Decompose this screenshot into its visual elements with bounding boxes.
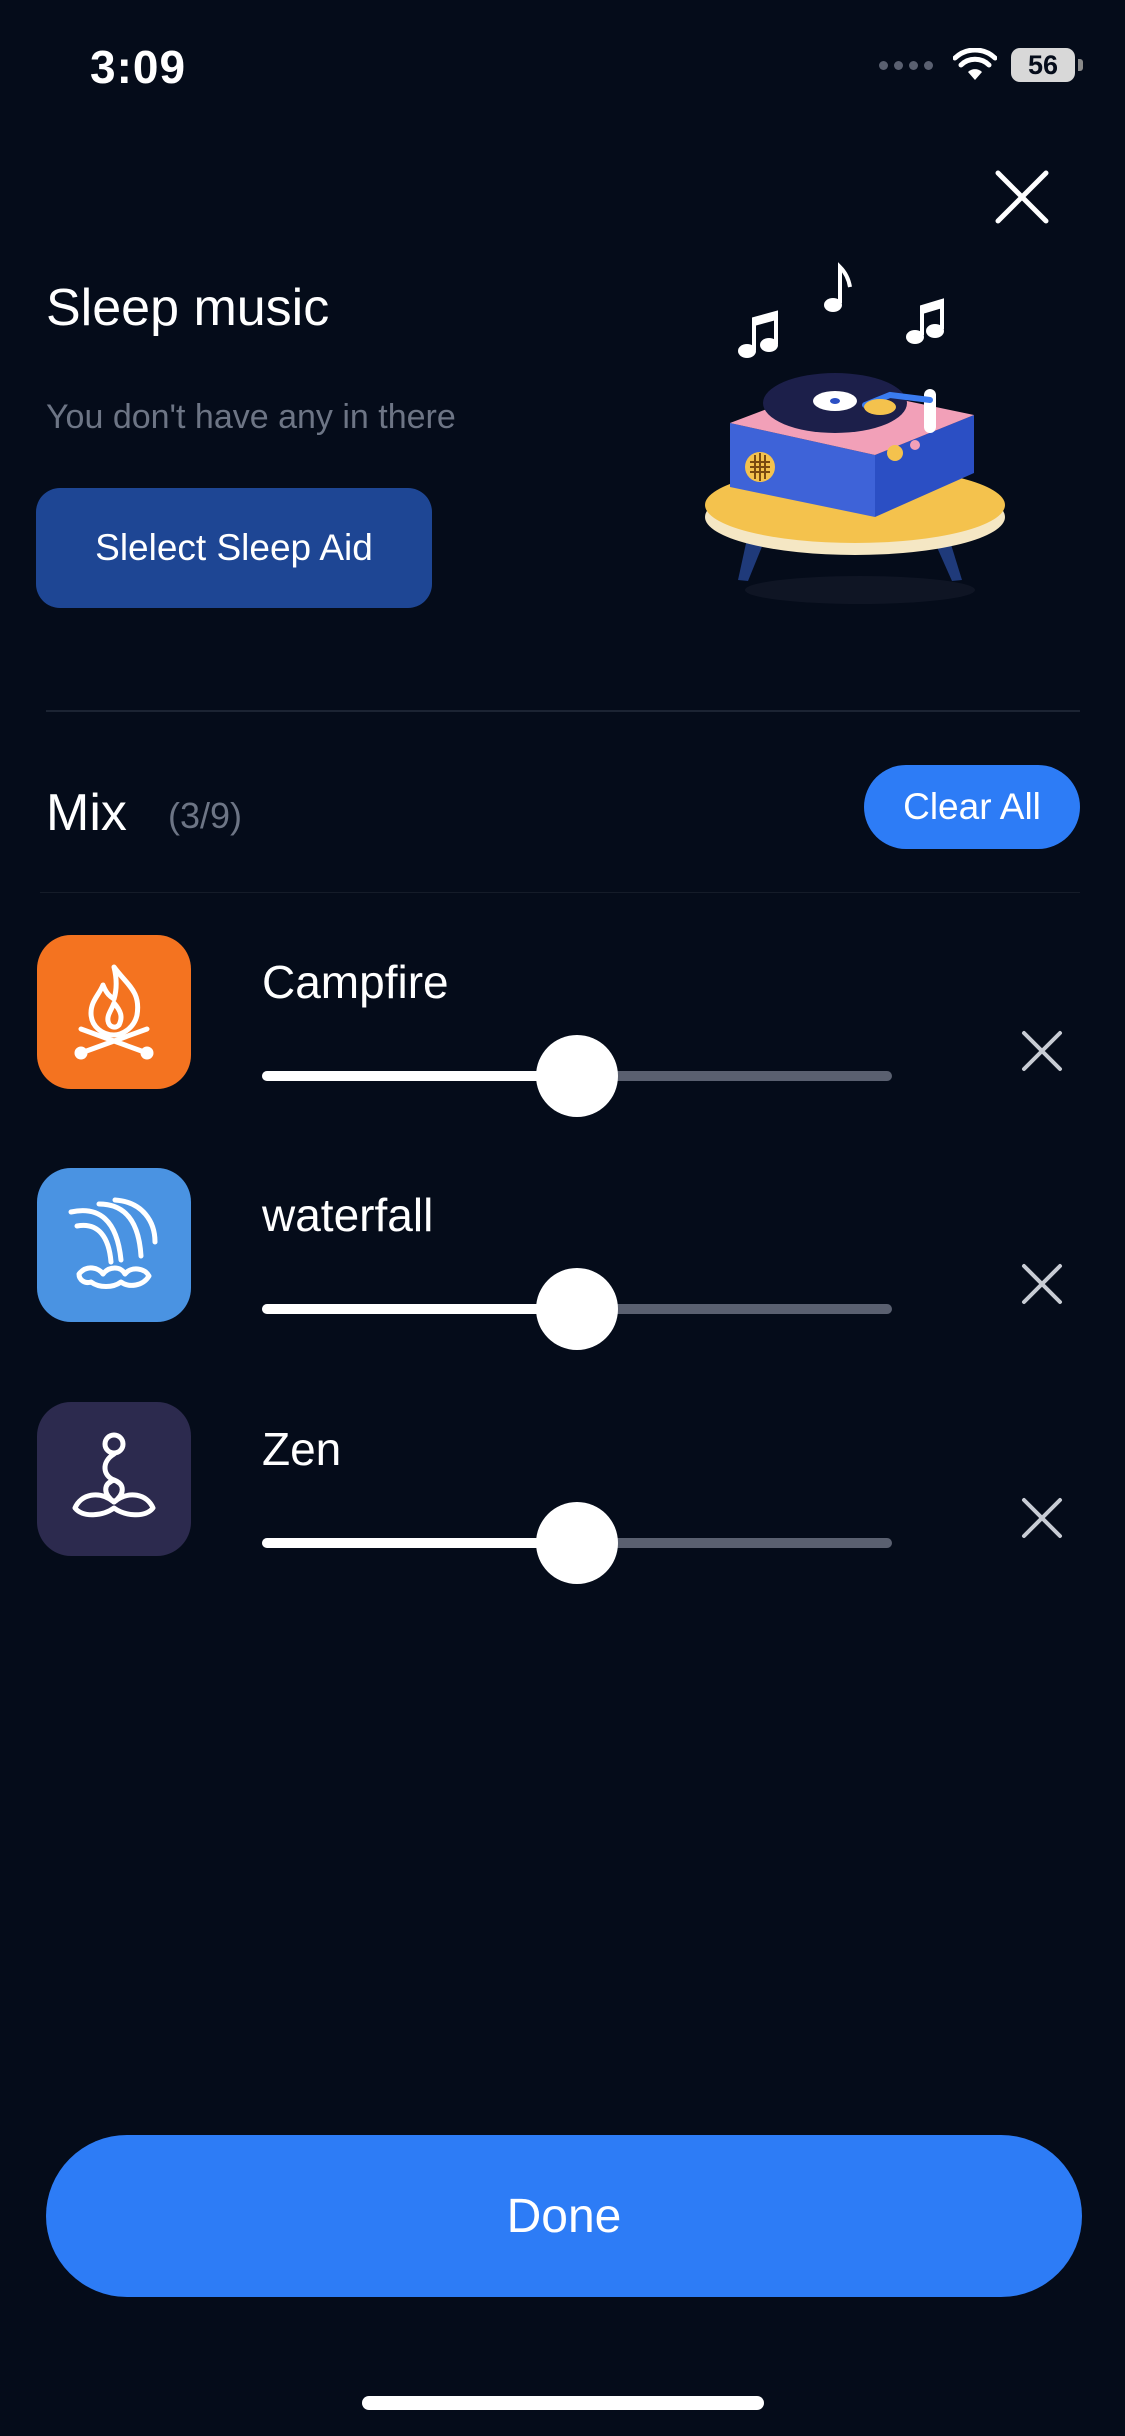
- sound-row-zen: Zen: [0, 1402, 1125, 1584]
- slider-fill: [262, 1071, 577, 1081]
- slider-fill: [262, 1304, 577, 1314]
- slider-thumb[interactable]: [536, 1035, 618, 1117]
- screen: 3:09 56 Sleep music You don't have any i…: [0, 0, 1125, 2436]
- battery-icon: 56: [1011, 48, 1083, 82]
- clear-all-button[interactable]: Clear All: [864, 765, 1080, 849]
- slider-fill: [262, 1538, 577, 1548]
- status-time: 3:09: [90, 41, 187, 93]
- mix-divider: [40, 892, 1080, 893]
- sleep-music-title: Sleep music: [46, 279, 330, 337]
- slider-thumb[interactable]: [536, 1268, 618, 1350]
- remove-sound-button[interactable]: [1018, 1027, 1066, 1075]
- mix-title: Mix: [46, 784, 127, 842]
- wifi-icon: [953, 48, 997, 80]
- cellular-signal-icon: [879, 60, 933, 70]
- select-sleep-aid-button[interactable]: Slelect Sleep Aid: [36, 488, 432, 608]
- zen-meditation-icon: [37, 1402, 191, 1556]
- sound-row-campfire: Campfire: [0, 935, 1125, 1117]
- campfire-icon: [37, 935, 191, 1089]
- slider-thumb[interactable]: [536, 1502, 618, 1584]
- battery-level: 56: [1011, 48, 1075, 82]
- volume-slider[interactable]: [262, 1035, 892, 1117]
- remove-sound-button[interactable]: [1018, 1494, 1066, 1542]
- remove-sound-button[interactable]: [1018, 1260, 1066, 1308]
- volume-slider[interactable]: [262, 1268, 892, 1350]
- status-icons: 56: [879, 48, 1083, 82]
- sound-name: waterfall: [262, 1189, 434, 1241]
- sound-name: Zen: [262, 1423, 342, 1475]
- section-divider: [46, 710, 1080, 712]
- home-indicator: [362, 2396, 764, 2410]
- close-button[interactable]: [990, 165, 1054, 229]
- waterfall-icon: [37, 1168, 191, 1322]
- mix-count: (3/9): [168, 795, 243, 836]
- sound-name: Campfire: [262, 956, 449, 1008]
- record-player-illustration: [705, 262, 1005, 604]
- sound-row-waterfall: waterfall: [0, 1168, 1125, 1350]
- volume-slider[interactable]: [262, 1502, 892, 1584]
- sleep-music-empty-text: You don't have any in there: [46, 398, 456, 436]
- done-button[interactable]: Done: [46, 2135, 1082, 2297]
